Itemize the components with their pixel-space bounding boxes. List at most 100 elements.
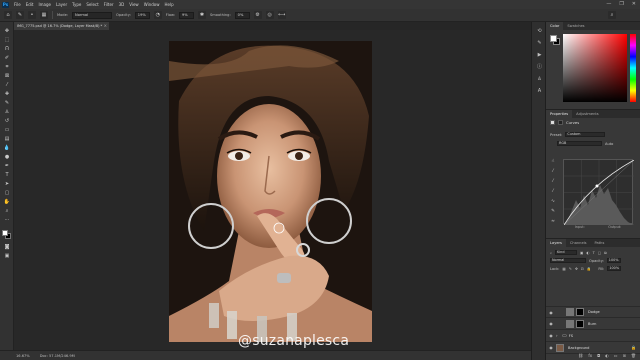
menu-image[interactable]: Image [38,2,51,7]
layer-mask-thumbnail[interactable] [576,319,584,328]
eye-icon[interactable]: ◉ [546,333,556,338]
filter-shape-icon[interactable]: ▢ [598,251,601,255]
menu-3d[interactable]: 3D [119,2,125,7]
layer-name[interactable]: Burn [588,322,596,326]
pressure-opacity-icon[interactable]: ◔ [153,11,162,19]
frame-tool-icon[interactable]: ⊠ [3,73,11,80]
layer-name[interactable]: FS [569,334,573,338]
hue-slider[interactable] [630,34,636,102]
tab-layers[interactable]: Layers [546,239,566,247]
lock-move-icon[interactable]: ✥ [575,267,578,271]
new-group-icon[interactable]: ▭ [614,352,618,360]
lock-artboard-icon[interactable]: ⊡ [581,267,584,271]
mode-select[interactable]: Normal [72,11,113,19]
actions-panel-icon[interactable]: ▶ [536,52,543,59]
quick-mask-icon[interactable]: ◙ [3,244,11,251]
tab-adjustments[interactable]: Adjustments [572,110,603,118]
lock-pixels-icon[interactable]: ▦ [562,267,565,271]
layer-name[interactable]: Dodge [588,310,600,314]
layer-style-icon[interactable]: fx [588,352,592,360]
fill-field[interactable]: 100% [607,266,622,271]
airbrush-icon[interactable]: ✱ [198,11,207,19]
brush-tool-preset-icon[interactable]: ✎ [16,11,24,19]
smoothing-field[interactable]: 0% [234,11,250,19]
preset-select[interactable]: Custom [565,132,606,137]
eyedropper-tool-icon[interactable]: ⁄ [3,82,11,89]
curves-adjustment-icon[interactable] [550,120,555,125]
menu-window[interactable]: Window [144,2,160,7]
lock-paint-icon[interactable]: ✎ [569,267,572,271]
filter-pixel-icon[interactable]: ▣ [580,251,583,255]
home-icon[interactable]: ⌂ [4,11,12,19]
crop-tool-icon[interactable]: ⌗ [3,64,11,71]
more-tools-icon[interactable]: ⋯ [3,217,11,224]
gear-icon[interactable]: ⚙ [253,11,262,19]
dodge-tool-icon[interactable]: ● [3,154,11,161]
tab-channels[interactable]: Channels [566,239,591,247]
layer-name[interactable]: Background [568,346,589,350]
brush-panel-icon[interactable]: ✎ [536,40,543,47]
document-image[interactable] [169,41,372,342]
color-picker-field[interactable] [563,34,627,102]
eye-icon[interactable]: ◉ [546,345,556,350]
brush-size-icon[interactable]: • [28,11,36,19]
search-icon[interactable]: ⌕ [608,11,616,19]
info-panel-icon[interactable]: ⓘ [536,64,543,71]
zoom-level[interactable]: 16.67% [16,354,30,358]
layer-opacity-field[interactable]: 100% [606,258,621,263]
foreground-color-swatch[interactable] [2,230,8,236]
menu-filter[interactable]: Filter [104,2,114,7]
symmetry-icon[interactable]: ⟷ [277,11,286,19]
layer-row[interactable]: ◉ Burn [546,318,640,330]
document-tab[interactable]: IMG_7775.psd @ 16.7% (Dodge, Layer Mask/… [14,22,109,30]
flow-field[interactable]: 9% [179,11,195,19]
eraser-tool-icon[interactable]: ▭ [3,127,11,134]
add-mask-icon[interactable]: ◘ [597,352,600,360]
tab-swatches[interactable]: Swatches [563,22,588,30]
pressure-size-icon[interactable]: ◎ [265,11,274,19]
rectangle-tool-icon[interactable]: ▢ [3,190,11,197]
history-panel-icon[interactable]: ⟲ [536,28,543,35]
black-point-eyedropper-icon[interactable]: ⁄ [550,169,556,175]
menu-file[interactable]: File [14,2,21,7]
link-layers-icon[interactable]: ⛓ [578,352,583,360]
filter-type-icon[interactable]: T [593,251,595,255]
lasso-tool-icon[interactable]: ᕬ [3,46,11,53]
menu-layer[interactable]: Layer [56,2,67,7]
healing-brush-tool-icon[interactable]: ✚ [3,91,11,98]
path-selection-tool-icon[interactable]: ➤ [3,181,11,188]
edit-points-icon[interactable]: ∿ [550,199,556,205]
brush-tool-icon[interactable]: ✎ [3,100,11,107]
history-brush-tool-icon[interactable]: ↺ [3,118,11,125]
lock-all-icon[interactable]: 🔒 [587,267,591,271]
marquee-tool-icon[interactable]: ⬚ [3,37,11,44]
menu-select[interactable]: Select [86,2,98,7]
new-layer-icon[interactable]: ⊞ [623,352,626,360]
screen-mode-icon[interactable]: ▣ [3,253,11,260]
foreground-color-chip[interactable] [550,35,557,42]
filter-smart-icon[interactable]: ⧉ [604,251,607,255]
white-point-eyedropper-icon[interactable]: ⁄ [550,189,556,195]
gray-point-eyedropper-icon[interactable]: ⁄ [550,179,556,185]
opacity-field[interactable]: 19% [134,11,150,19]
gradient-tool-icon[interactable]: ▤ [3,136,11,143]
move-tool-icon[interactable]: ✥ [3,28,11,35]
menu-edit[interactable]: Edit [26,2,34,7]
menu-view[interactable]: View [129,2,139,7]
minimize-button[interactable]: — [606,1,611,7]
maximize-button[interactable]: ❐ [619,1,623,7]
brush-settings-icon[interactable]: ▦ [40,11,48,19]
blur-tool-icon[interactable]: 💧 [3,145,11,152]
tab-properties[interactable]: Properties [546,110,573,118]
tab-paths[interactable]: Paths [591,239,609,247]
pen-tool-icon[interactable]: ✒ [3,163,11,170]
hand-tool-icon[interactable]: ✋ [3,199,11,206]
menu-help[interactable]: Help [164,2,173,7]
close-tab-icon[interactable]: × [104,22,107,30]
new-adjustment-icon[interactable]: ◐ [605,352,609,360]
filter-kind-select[interactable]: Kind [555,250,578,255]
filter-adjustment-icon[interactable]: ◐ [586,251,589,255]
auto-button[interactable]: Auto [605,142,613,146]
layer-mask-icon[interactable] [558,120,563,125]
layer-mask-thumbnail[interactable] [576,308,584,316]
